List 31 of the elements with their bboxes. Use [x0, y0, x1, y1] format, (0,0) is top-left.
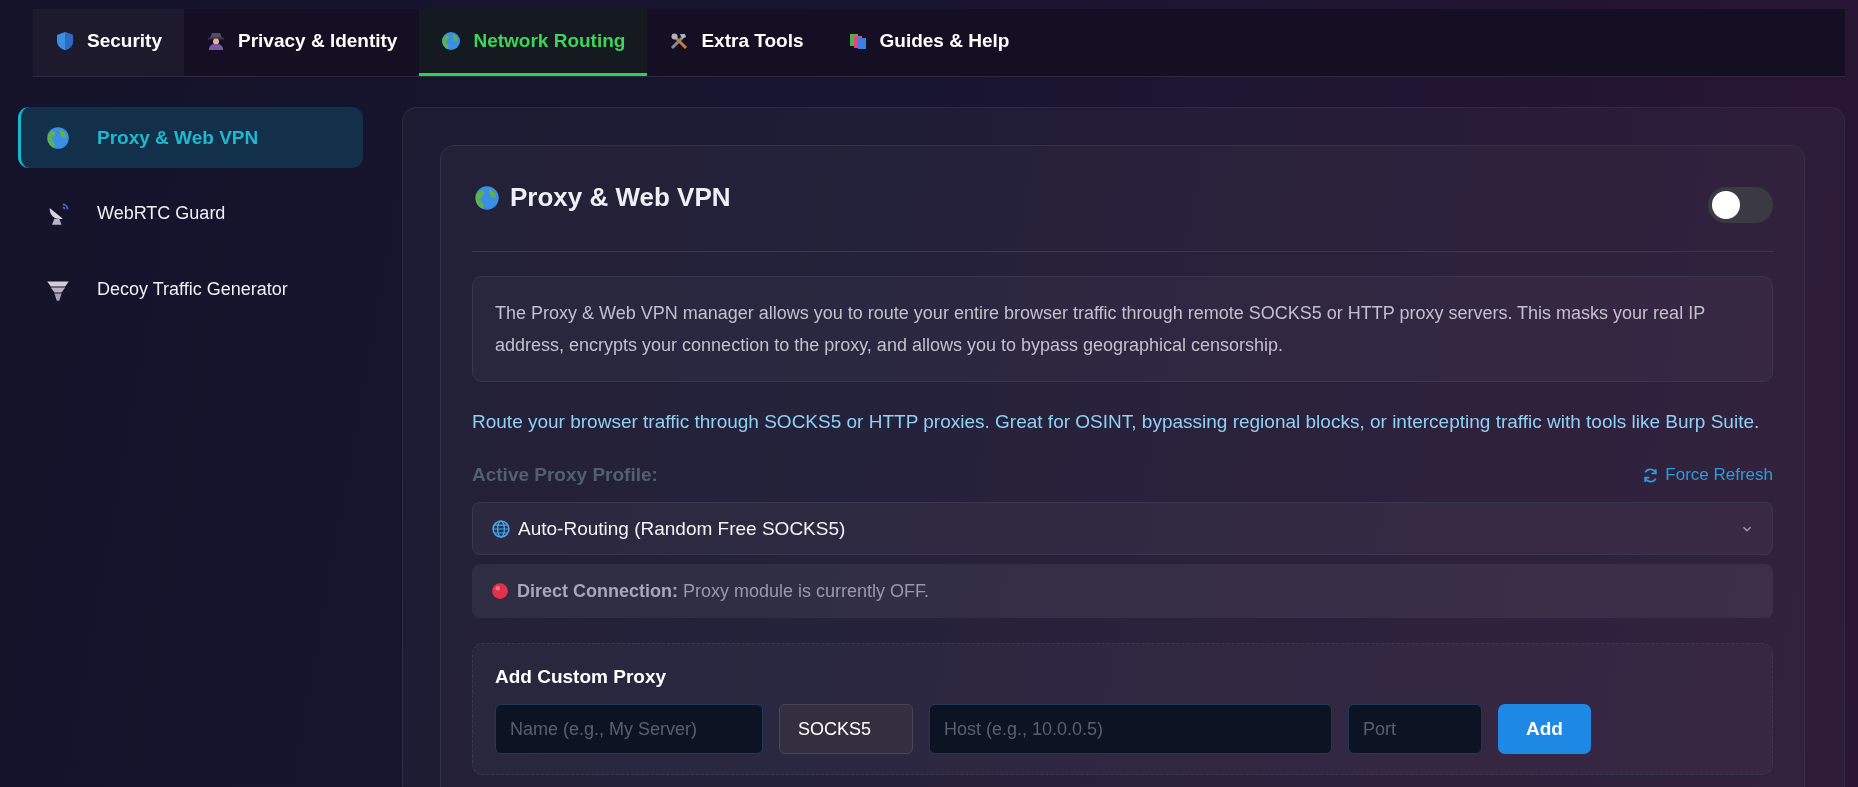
module-title: Proxy & Web VPN — [510, 182, 731, 213]
description-text: The Proxy & Web VPN manager allows you to route your entire browser traffic through remote SOCKS5 or HTTP proxy servers. This masks your real IP address, encrypts your connection to the proxy, and allows you to bypass geographical censorship. — [495, 303, 1705, 355]
input-field[interactable]: Port — [1348, 704, 1482, 754]
globe-icon — [46, 125, 70, 150]
shield-icon — [55, 31, 75, 51]
tab[interactable]: Guides & Help — [825, 9, 1032, 76]
section-title: Add Custom Proxy — [495, 666, 668, 688]
field-label: Active Proxy Profile: — [472, 464, 658, 486]
profile-select[interactable]: Auto-Routing (Random Free SOCKS5) — [472, 502, 1773, 555]
intro-text: Route your browser traffic through SOCKS5 or HTTP proxies. Great for OSINT, bypassing regional blocks, or intercepting traffic with tools like Burp Suite. — [472, 410, 1761, 434]
sidebar-item[interactable]: Decoy Traffic Generator — [18, 259, 363, 320]
refresh-icon — [1642, 466, 1660, 484]
add-button[interactable]: Add — [1498, 704, 1591, 754]
person-icon — [206, 31, 226, 51]
tab[interactable]: Extra Tools — [647, 9, 826, 76]
tools-icon — [669, 31, 690, 51]
globe-icon — [492, 519, 510, 538]
tab[interactable]: Network Routing — [419, 9, 648, 76]
force-refresh-link[interactable]: Force Refresh — [1642, 465, 1773, 485]
input-field[interactable]: Name (e.g., My Server) — [495, 704, 763, 754]
input-field[interactable]: Host (e.g., 10.0.0.5) — [929, 704, 1332, 754]
status-text: Direct Connection: Proxy module is currently OFF. — [517, 580, 930, 602]
books-icon — [847, 31, 868, 51]
globe-icon — [441, 31, 462, 51]
sidebar-item[interactable]: WebRTC Guard — [18, 183, 363, 244]
type-select[interactable]: SOCKS5 — [779, 704, 913, 754]
globe-icon — [474, 184, 500, 211]
toggle-switch[interactable] — [1708, 187, 1773, 223]
tab[interactable]: Security — [33, 9, 184, 76]
tab[interactable]: Privacy & Identity — [184, 9, 420, 76]
sidebar-item[interactable]: Proxy & Web VPN — [18, 107, 363, 168]
